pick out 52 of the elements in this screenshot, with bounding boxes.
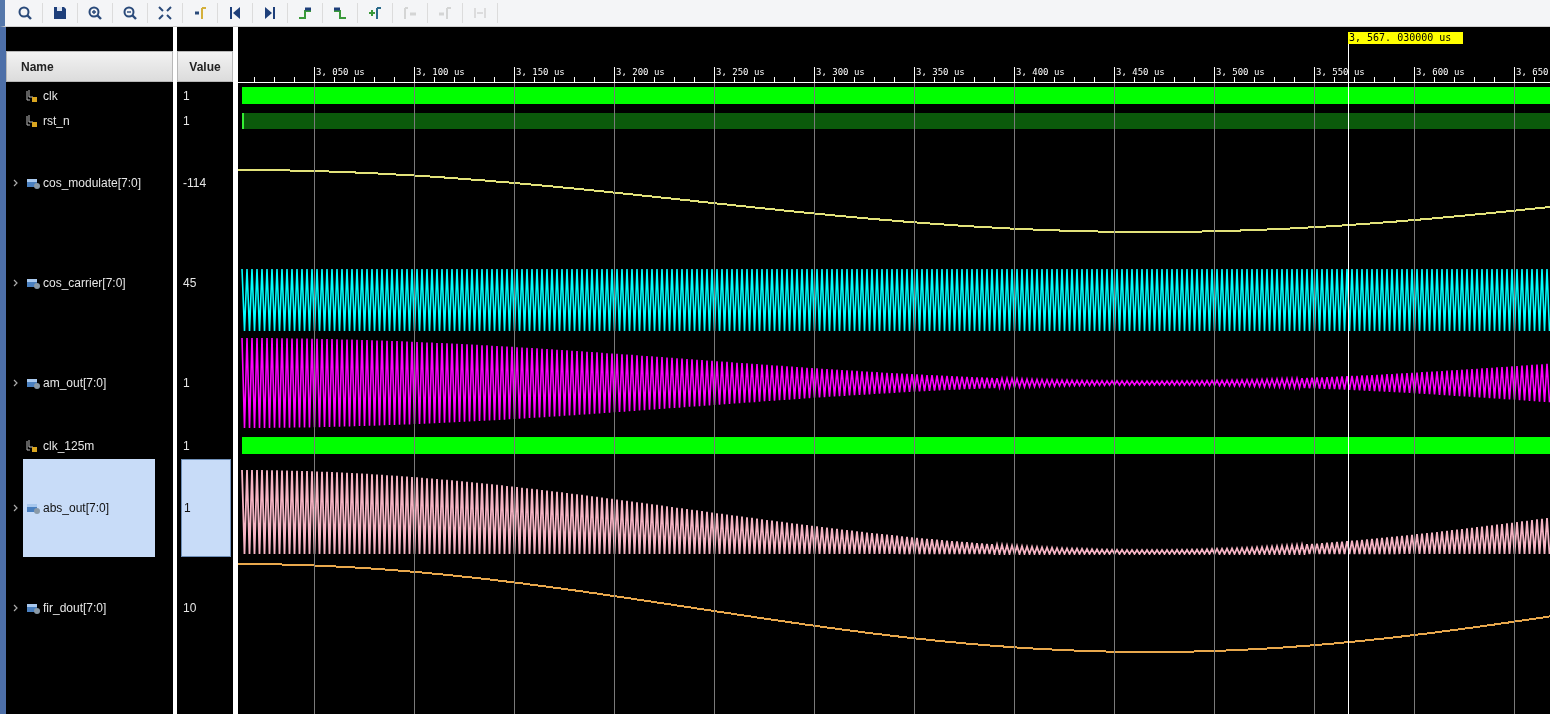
tick-label: 3, 150 us [516,67,565,77]
tick-label: 3, 250 us [716,67,765,77]
first-icon [227,5,243,21]
signal-value: 1 [182,437,190,455]
bus-signal-icon [26,377,40,389]
search-icon [17,5,33,21]
signal-name[interactable]: rst_n [23,108,70,133]
signal-name[interactable]: am_out[7:0] [23,333,107,433]
tick-label: 3, 650 [1516,67,1549,77]
signal-value: 1 [182,375,190,392]
marker-next-icon [437,5,453,21]
add-marker-icon [367,5,383,21]
bus-signal-icon [26,277,40,289]
marker-arrow-icon [192,5,208,21]
tick-label: 3, 100 us [416,67,465,77]
bit-signal-icon [26,88,40,103]
zoom-out-icon [122,5,138,21]
bus-signal-icon [26,502,40,514]
zoom-in-icon [87,5,103,21]
fit-icon [157,5,173,21]
tick-label: 3, 350 us [916,67,965,77]
tick-label: 3, 400 us [1016,67,1065,77]
column-header[interactable]: Value [177,51,233,82]
bus-signal-icon [26,602,40,614]
tick-label: 3, 500 us [1216,67,1265,77]
signal-value: 45 [182,275,197,292]
tick-label: 3, 200 us [616,67,665,77]
column-header[interactable]: Name [6,51,173,82]
bit-signal-icon [26,438,40,453]
signal-name[interactable]: cos_carrier[7:0] [23,233,126,333]
signal-name[interactable]: cos_modulate[7:0] [23,133,142,233]
tick-label: 3, 600 us [1416,67,1465,77]
save-icon [52,5,68,21]
marker-prev-icon [402,5,418,21]
signal-value: 1 [182,112,190,130]
tick-label: 3, 300 us [816,67,865,77]
signal-name[interactable]: fir_dout[7:0] [23,558,107,658]
signal-value: 10 [182,600,197,617]
signal-value: -114 [182,175,207,192]
tick-label: 3, 550 us [1316,67,1365,77]
tick-label: 3, 450 us [1116,67,1165,77]
last-icon [262,5,278,21]
span-icon [472,5,488,21]
signal-name[interactable]: abs_out[7:0] [23,459,155,557]
signal-value: 1 [181,459,231,557]
signal-value: 1 [182,87,190,105]
cursor-time-label: 3, 567. 030000 us [1348,32,1464,44]
bit-signal-icon [26,113,40,128]
bus-signal-icon [26,177,40,189]
signal-name[interactable]: clk_125m [23,433,95,458]
tick-label: 3, 050 us [316,67,365,77]
signal-name[interactable]: clk [23,83,58,108]
